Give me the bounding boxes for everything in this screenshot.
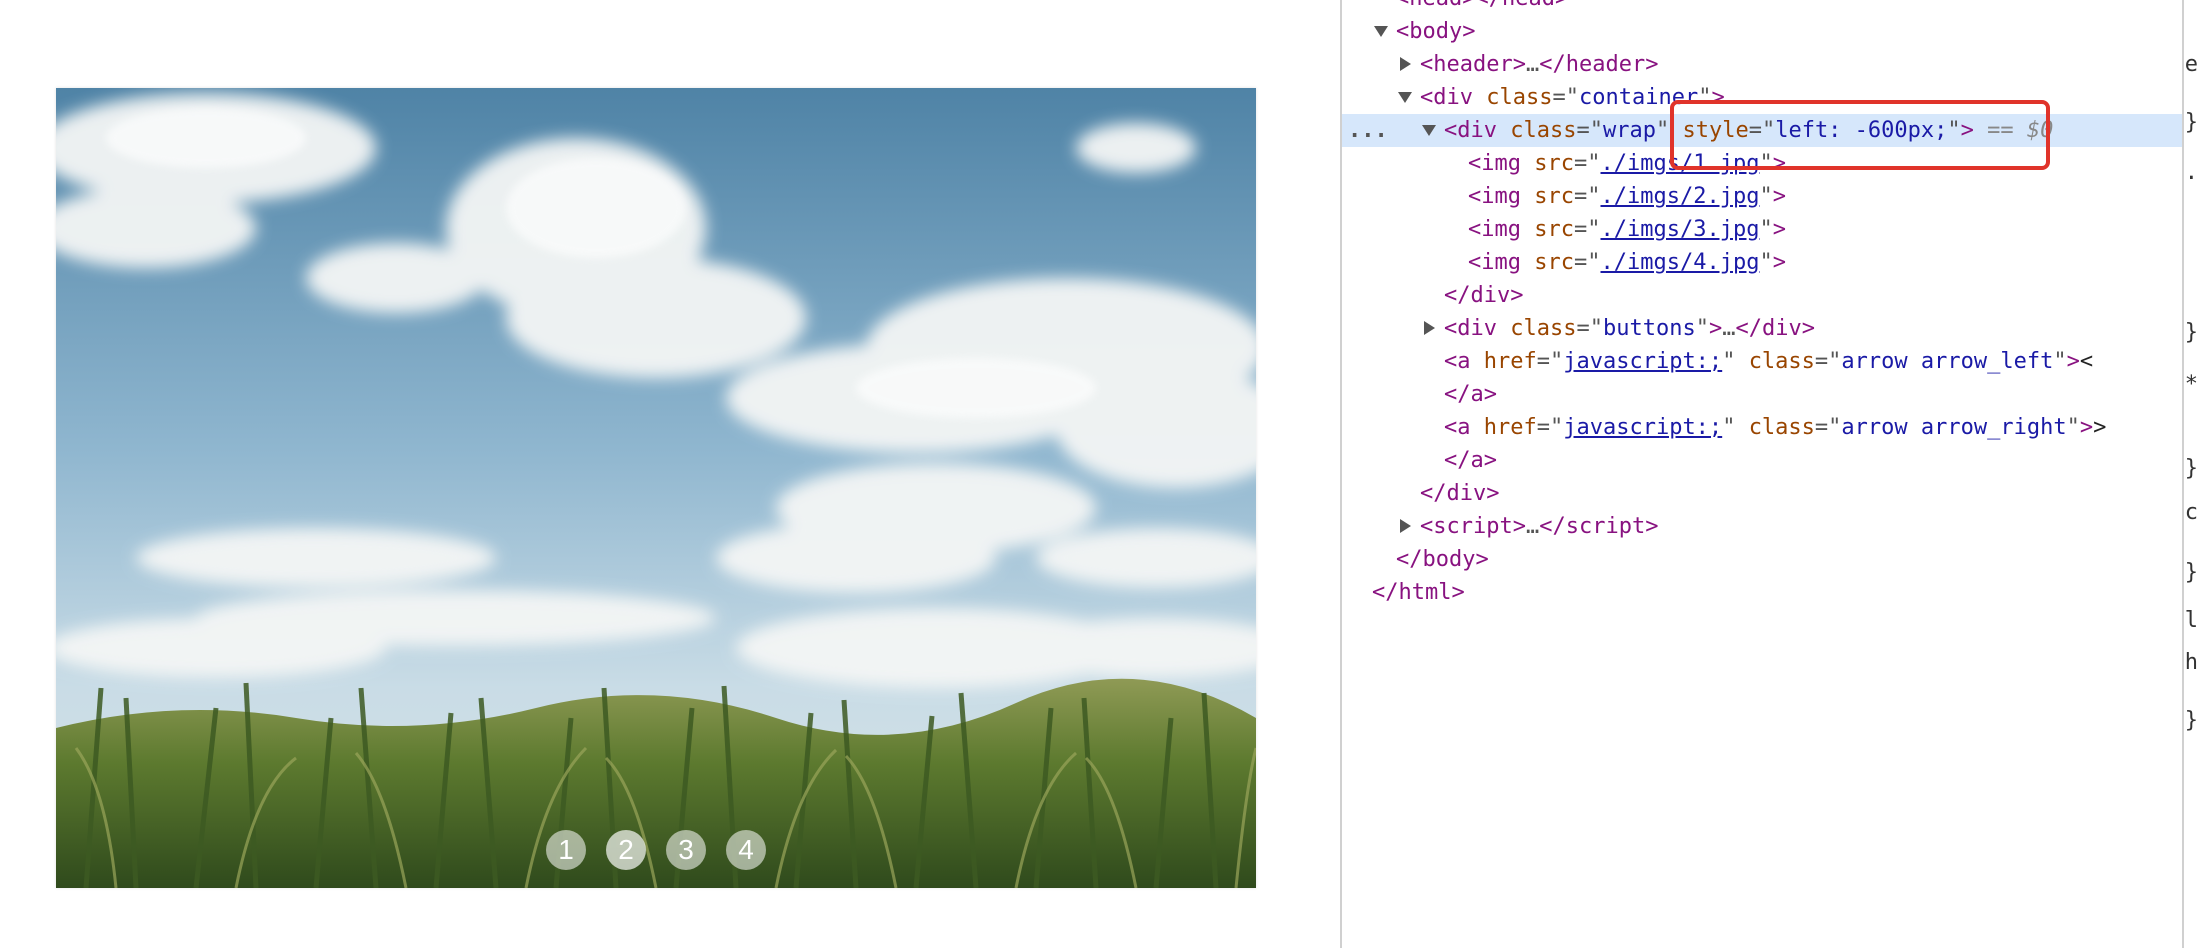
dom-node-arrow-left-close[interactable]: </a> (1342, 378, 2184, 411)
carousel: 1 2 3 4 (56, 88, 1256, 888)
img-src-link[interactable]: ./imgs/2.jpg (1601, 184, 1760, 209)
dom-node-html-close[interactable]: </html> (1342, 576, 2184, 609)
styles-pane-edge: e } . } * } c } l h } (2182, 0, 2198, 948)
expand-toggle-icon[interactable] (1400, 519, 1411, 533)
img-src-link[interactable]: ./imgs/4.jpg (1601, 250, 1760, 275)
expand-toggle-icon[interactable] (1424, 321, 1435, 335)
dom-node-script[interactable]: <script>…</script> (1342, 510, 2184, 543)
href-link[interactable]: javascript:; (1563, 415, 1722, 440)
img-src-link[interactable]: ./imgs/3.jpg (1601, 217, 1760, 242)
style-attr-value: left: -600px; (1775, 118, 1948, 143)
dom-node-arrow-right-close[interactable]: </a> (1342, 444, 2184, 477)
dom-node-header[interactable]: <header>…</header> (1342, 48, 2184, 81)
dom-node-buttons[interactable]: <div class="buttons">…</div> (1342, 312, 2184, 345)
carousel-dot-4[interactable]: 4 (726, 830, 766, 870)
dom-node-container[interactable]: <div class="container"> (1342, 81, 2184, 114)
page-viewport: 1 2 3 4 (0, 0, 1340, 948)
dom-node-img-1[interactable]: <img src="./imgs/1.jpg"> (1342, 147, 2184, 180)
href-link[interactable]: javascript:; (1563, 349, 1722, 374)
carousel-dot-2[interactable]: 2 (606, 830, 646, 870)
dom-node-container-close[interactable]: </div> (1342, 477, 2184, 510)
head-tag-text: <head></head> (1396, 0, 1568, 11)
dom-node-wrap-selected[interactable]: ... <div class="wrap" style="left: -600p… (1342, 114, 2184, 147)
expand-toggle-icon[interactable] (1400, 57, 1411, 71)
dom-node-img-4[interactable]: <img src="./imgs/4.jpg"> (1342, 246, 2184, 279)
dom-node-body-close[interactable]: </body> (1342, 543, 2184, 576)
dom-node-wrap-close[interactable]: </div> (1342, 279, 2184, 312)
dom-node-arrow-left[interactable]: <a href="javascript:;" class="arrow arro… (1342, 345, 2184, 378)
devtools-elements-panel: <head></head> <body> <header>…</header> … (1340, 0, 2198, 948)
dom-node-img-3[interactable]: <img src="./imgs/3.jpg"> (1342, 213, 2184, 246)
carousel-dot-1[interactable]: 1 (546, 830, 586, 870)
carousel-dots: 1 2 3 4 (56, 830, 1256, 870)
img-src-link[interactable]: ./imgs/1.jpg (1601, 151, 1760, 176)
expand-toggle-icon[interactable] (1374, 26, 1388, 37)
dom-node-arrow-right[interactable]: <a href="javascript:;" class="arrow arro… (1342, 411, 2184, 444)
dom-node-head[interactable]: <head></head> (1342, 0, 2184, 15)
dom-node-img-2[interactable]: <img src="./imgs/2.jpg"> (1342, 180, 2184, 213)
expand-toggle-icon[interactable] (1422, 125, 1436, 136)
dom-node-body[interactable]: <body> (1342, 15, 2184, 48)
carousel-dot-3[interactable]: 3 (666, 830, 706, 870)
carousel-image (56, 88, 1256, 888)
more-options-icon[interactable]: ... (1348, 114, 1388, 147)
expand-toggle-icon[interactable] (1398, 92, 1412, 103)
